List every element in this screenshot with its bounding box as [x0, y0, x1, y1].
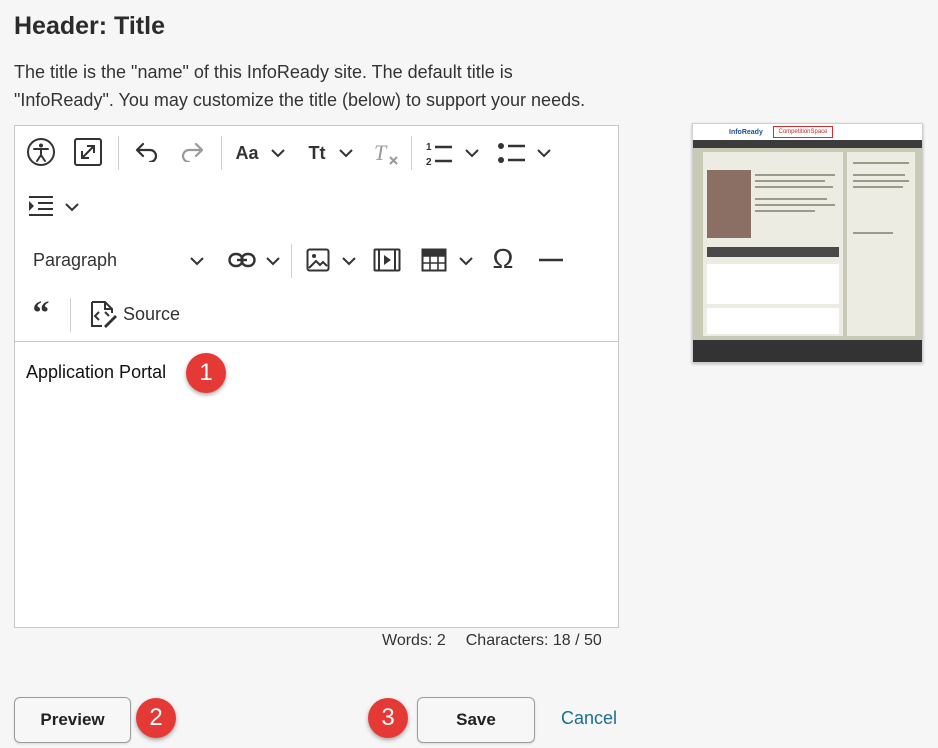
toolbar-separator — [411, 136, 412, 170]
source-icon — [91, 301, 117, 328]
word-count: Words: 2 — [382, 632, 446, 649]
indent-icon[interactable] — [27, 192, 55, 220]
media-icon[interactable] — [372, 246, 402, 274]
chevron-down-icon[interactable] — [464, 145, 480, 161]
blockquote-icon[interactable]: “ — [27, 295, 55, 332]
horizontal-line-icon[interactable] — [536, 246, 566, 274]
chevron-down-icon[interactable] — [341, 253, 357, 269]
highlighted-title-box: CompetitionSpace — [773, 126, 833, 138]
bulleted-list-icon[interactable] — [496, 138, 528, 168]
accessibility-icon[interactable] — [25, 136, 57, 168]
chevron-down-icon[interactable] — [265, 253, 281, 269]
save-button[interactable]: Save — [417, 697, 535, 743]
chevron-down-icon[interactable] — [189, 253, 205, 269]
site-preview-thumbnail: InfoReady CompetitionSpace — [692, 123, 923, 363]
toolbar-separator — [291, 244, 292, 278]
editor-content[interactable]: Application Portal — [26, 362, 166, 383]
link-icon[interactable] — [227, 246, 257, 274]
chevron-down-icon[interactable] — [338, 145, 354, 161]
page-description: The title is the "name" of this InfoRead… — [14, 62, 586, 110]
chevron-down-icon[interactable] — [64, 199, 80, 215]
toolbar-separator — [118, 136, 119, 170]
undo-icon[interactable] — [130, 138, 162, 166]
preview-button[interactable]: Preview — [14, 697, 131, 743]
redo-icon[interactable] — [177, 138, 209, 166]
clear-format-icon[interactable]: T — [371, 138, 401, 168]
table-icon[interactable] — [420, 246, 448, 274]
infoready-logo: InfoReady — [729, 129, 763, 136]
toolbar-separator — [221, 136, 222, 170]
image-icon[interactable] — [304, 246, 332, 274]
fullscreen-icon[interactable] — [72, 136, 104, 168]
chevron-down-icon[interactable] — [458, 253, 474, 269]
special-char-icon[interactable]: Ω — [488, 243, 518, 274]
step-badge-2: 2 — [136, 698, 176, 738]
svg-text:1: 1 — [426, 142, 432, 153]
source-button[interactable]: Source — [87, 298, 187, 330]
editor-toolbar: Aa Tt T 12 Paragraph Ω “ Source — [15, 126, 618, 342]
page-title: Header: Title — [14, 12, 165, 40]
paragraph-dropdown[interactable]: Paragraph — [33, 246, 183, 274]
character-count: Characters: 18 / 50 — [465, 632, 602, 649]
font-size-icon[interactable]: Aa — [233, 140, 261, 166]
rich-text-editor: Aa Tt T 12 Paragraph Ω “ Source Applicat… — [14, 125, 619, 628]
numbered-list-icon[interactable]: 12 — [423, 138, 455, 168]
text-style-icon[interactable]: Tt — [303, 140, 331, 166]
chevron-down-icon[interactable] — [536, 145, 552, 161]
source-label: Source — [123, 303, 181, 324]
step-badge-1: 1 — [186, 353, 226, 393]
cancel-link[interactable]: Cancel — [561, 708, 617, 729]
chevron-down-icon[interactable] — [270, 145, 286, 161]
svg-text:2: 2 — [426, 157, 432, 167]
svg-text:T: T — [374, 140, 388, 165]
step-badge-3: 3 — [368, 698, 408, 738]
word-character-counter: Words: 2 Characters: 18 / 50 — [382, 632, 622, 650]
toolbar-separator — [70, 298, 71, 332]
